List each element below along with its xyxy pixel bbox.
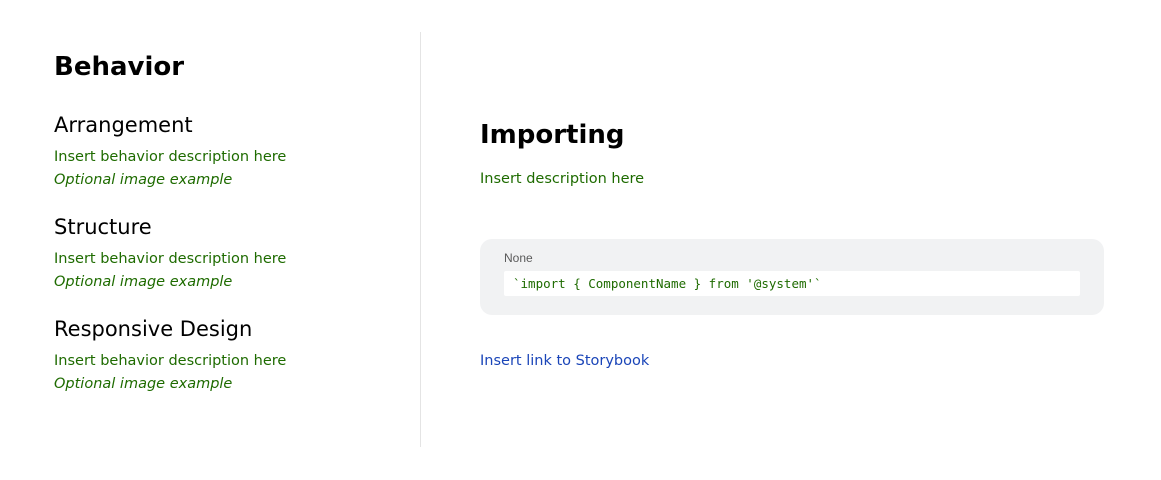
behavior-heading-structure: Structure	[54, 215, 152, 239]
storybook-link[interactable]: Insert link to Storybook	[480, 353, 649, 369]
optional-image-note: Optional image example	[54, 376, 233, 392]
behavior-title: Behavior	[54, 52, 185, 82]
behavior-heading-arrangement: Arrangement	[54, 113, 193, 137]
optional-image-note: Optional image example	[54, 172, 233, 188]
code-language-label: None	[504, 251, 533, 265]
column-divider	[420, 32, 421, 447]
behavior-heading-responsive-design: Responsive Design	[54, 317, 253, 341]
behavior-block-arrangement: Arrangement Insert behavior description …	[54, 112, 394, 192]
behavior-section: Behavior Arrangement Insert behavior des…	[54, 50, 394, 418]
behavior-description: Insert behavior description here	[54, 353, 287, 369]
importing-title: Importing	[480, 120, 625, 150]
documentation-page: Behavior Arrangement Insert behavior des…	[0, 0, 1161, 480]
code-snippet[interactable]: `import { ComponentName } from '@system'…	[504, 271, 1080, 296]
optional-image-note: Optional image example	[54, 274, 233, 290]
importing-section: Importing Insert description here None `…	[480, 118, 1104, 369]
behavior-description: Insert behavior description here	[54, 149, 287, 165]
importing-description: Insert description here	[480, 171, 645, 187]
behavior-block-structure: Structure Insert behavior description he…	[54, 214, 394, 294]
behavior-block-responsive-design: Responsive Design Insert behavior descri…	[54, 316, 394, 396]
code-block: None `import { ComponentName } from '@sy…	[480, 239, 1104, 315]
behavior-description: Insert behavior description here	[54, 251, 287, 267]
